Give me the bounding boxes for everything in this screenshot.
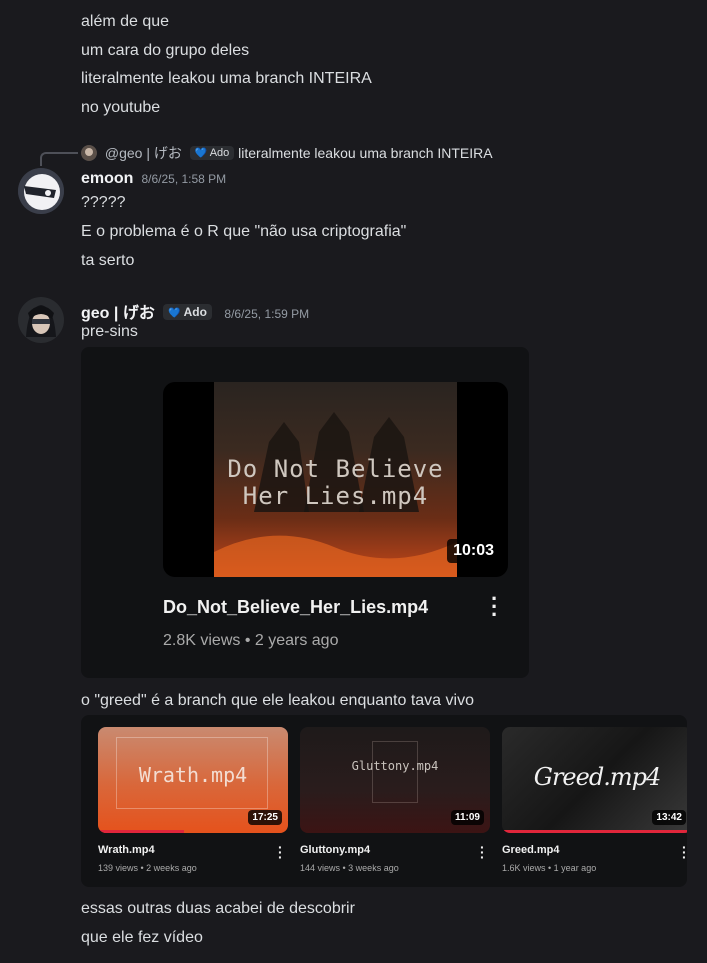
video-duration: 11:09 <box>450 810 484 825</box>
video-meta: 2.8K views • 2 years ago <box>163 632 339 649</box>
role-tag: 💙 Ado <box>163 304 212 320</box>
video-duration: 13:42 <box>652 810 686 825</box>
video-duration: 10:03 <box>447 539 500 563</box>
reply-avatar <box>81 145 97 161</box>
message-line: o "greed" é a branch que ele leakou enqu… <box>81 692 474 709</box>
video-title[interactable]: Greed.mp4 <box>502 844 559 856</box>
video-carousel[interactable]: Wrath.mp4 17:25 Wrath.mp4 139 views • 2 … <box>81 715 687 887</box>
video-meta: 139 views • 2 weeks ago <box>98 863 197 873</box>
video-meta: 144 views • 3 weeks ago <box>300 863 399 873</box>
video-thumbnail[interactable]: Wrath.mp4 17:25 <box>98 727 288 833</box>
thumbnail-caption: Gluttony.mp4 <box>351 759 439 773</box>
message-line: E o problema é o R que "não usa criptogr… <box>81 223 407 240</box>
message-header: emoon 8/6/25, 1:58 PM <box>81 170 226 188</box>
reply-reference[interactable]: @geo | げお 💙 Ado literalmente leakou uma … <box>81 143 493 163</box>
video-title[interactable]: Do_Not_Believe_Her_Lies.mp4 <box>163 597 428 618</box>
message-line: essas outras duas acabei de descobrir <box>81 900 355 917</box>
reply-username[interactable]: @geo | げお <box>105 145 182 161</box>
message-line: ta serto <box>81 252 135 269</box>
more-options-icon[interactable]: · · · <box>278 840 283 864</box>
thumbnail-caption: Greed.mp4 <box>533 763 661 791</box>
watch-progress-bar <box>98 830 184 833</box>
reply-text[interactable]: literalmente leakou uma branch INTEIRA <box>238 145 492 161</box>
message-line: ????? <box>81 194 126 211</box>
message-line: no youtube <box>81 99 161 116</box>
message-line: literalmente leakou uma branch INTEIRA <box>81 70 372 87</box>
video-title[interactable]: Wrath.mp4 <box>98 844 155 856</box>
video-thumbnail[interactable]: Do Not Believe Her Lies.mp4 10:03 <box>163 382 508 577</box>
timestamp[interactable]: 8/6/25, 1:58 PM <box>141 172 226 186</box>
message-line: além de que <box>81 13 170 30</box>
video-thumbnail[interactable]: Greed.mp4 13:42 <box>502 727 687 833</box>
heart-icon: 💙 <box>168 308 181 319</box>
message-line: pre-sins <box>81 323 138 340</box>
watch-progress-bar <box>502 830 687 833</box>
video-embed[interactable]: Do Not Believe Her Lies.mp4 10:03 Do_Not… <box>81 347 529 678</box>
more-options-icon[interactable]: · · · <box>682 840 687 864</box>
message-line: um cara do grupo deles <box>81 42 250 59</box>
avatar[interactable] <box>18 297 64 343</box>
reply-connector <box>40 152 78 166</box>
thumbnail-caption: Do Not Believe Her Lies.mp4 <box>227 455 444 510</box>
more-options-icon[interactable]: · · · <box>480 840 485 864</box>
username[interactable]: geo | げお <box>81 305 155 322</box>
video-thumbnail[interactable]: Gluttony.mp4 11:09 <box>300 727 490 833</box>
message-line: que ele fez vídeo <box>81 929 203 946</box>
video-meta: 1.6K views • 1 year ago <box>502 863 597 873</box>
thumbnail-caption: Wrath.mp4 <box>138 763 248 787</box>
avatar[interactable] <box>18 168 64 214</box>
more-options-icon[interactable]: · · · <box>491 588 498 626</box>
message-header: geo | げお 💙 Ado 8/6/25, 1:59 PM <box>81 299 309 323</box>
username[interactable]: emoon <box>81 170 133 187</box>
video-title[interactable]: Gluttony.mp4 <box>300 844 370 856</box>
timestamp[interactable]: 8/6/25, 1:59 PM <box>224 307 309 321</box>
role-tag: 💙 Ado <box>189 146 235 160</box>
heart-icon: 💙 <box>194 148 208 159</box>
video-duration: 17:25 <box>248 810 282 825</box>
